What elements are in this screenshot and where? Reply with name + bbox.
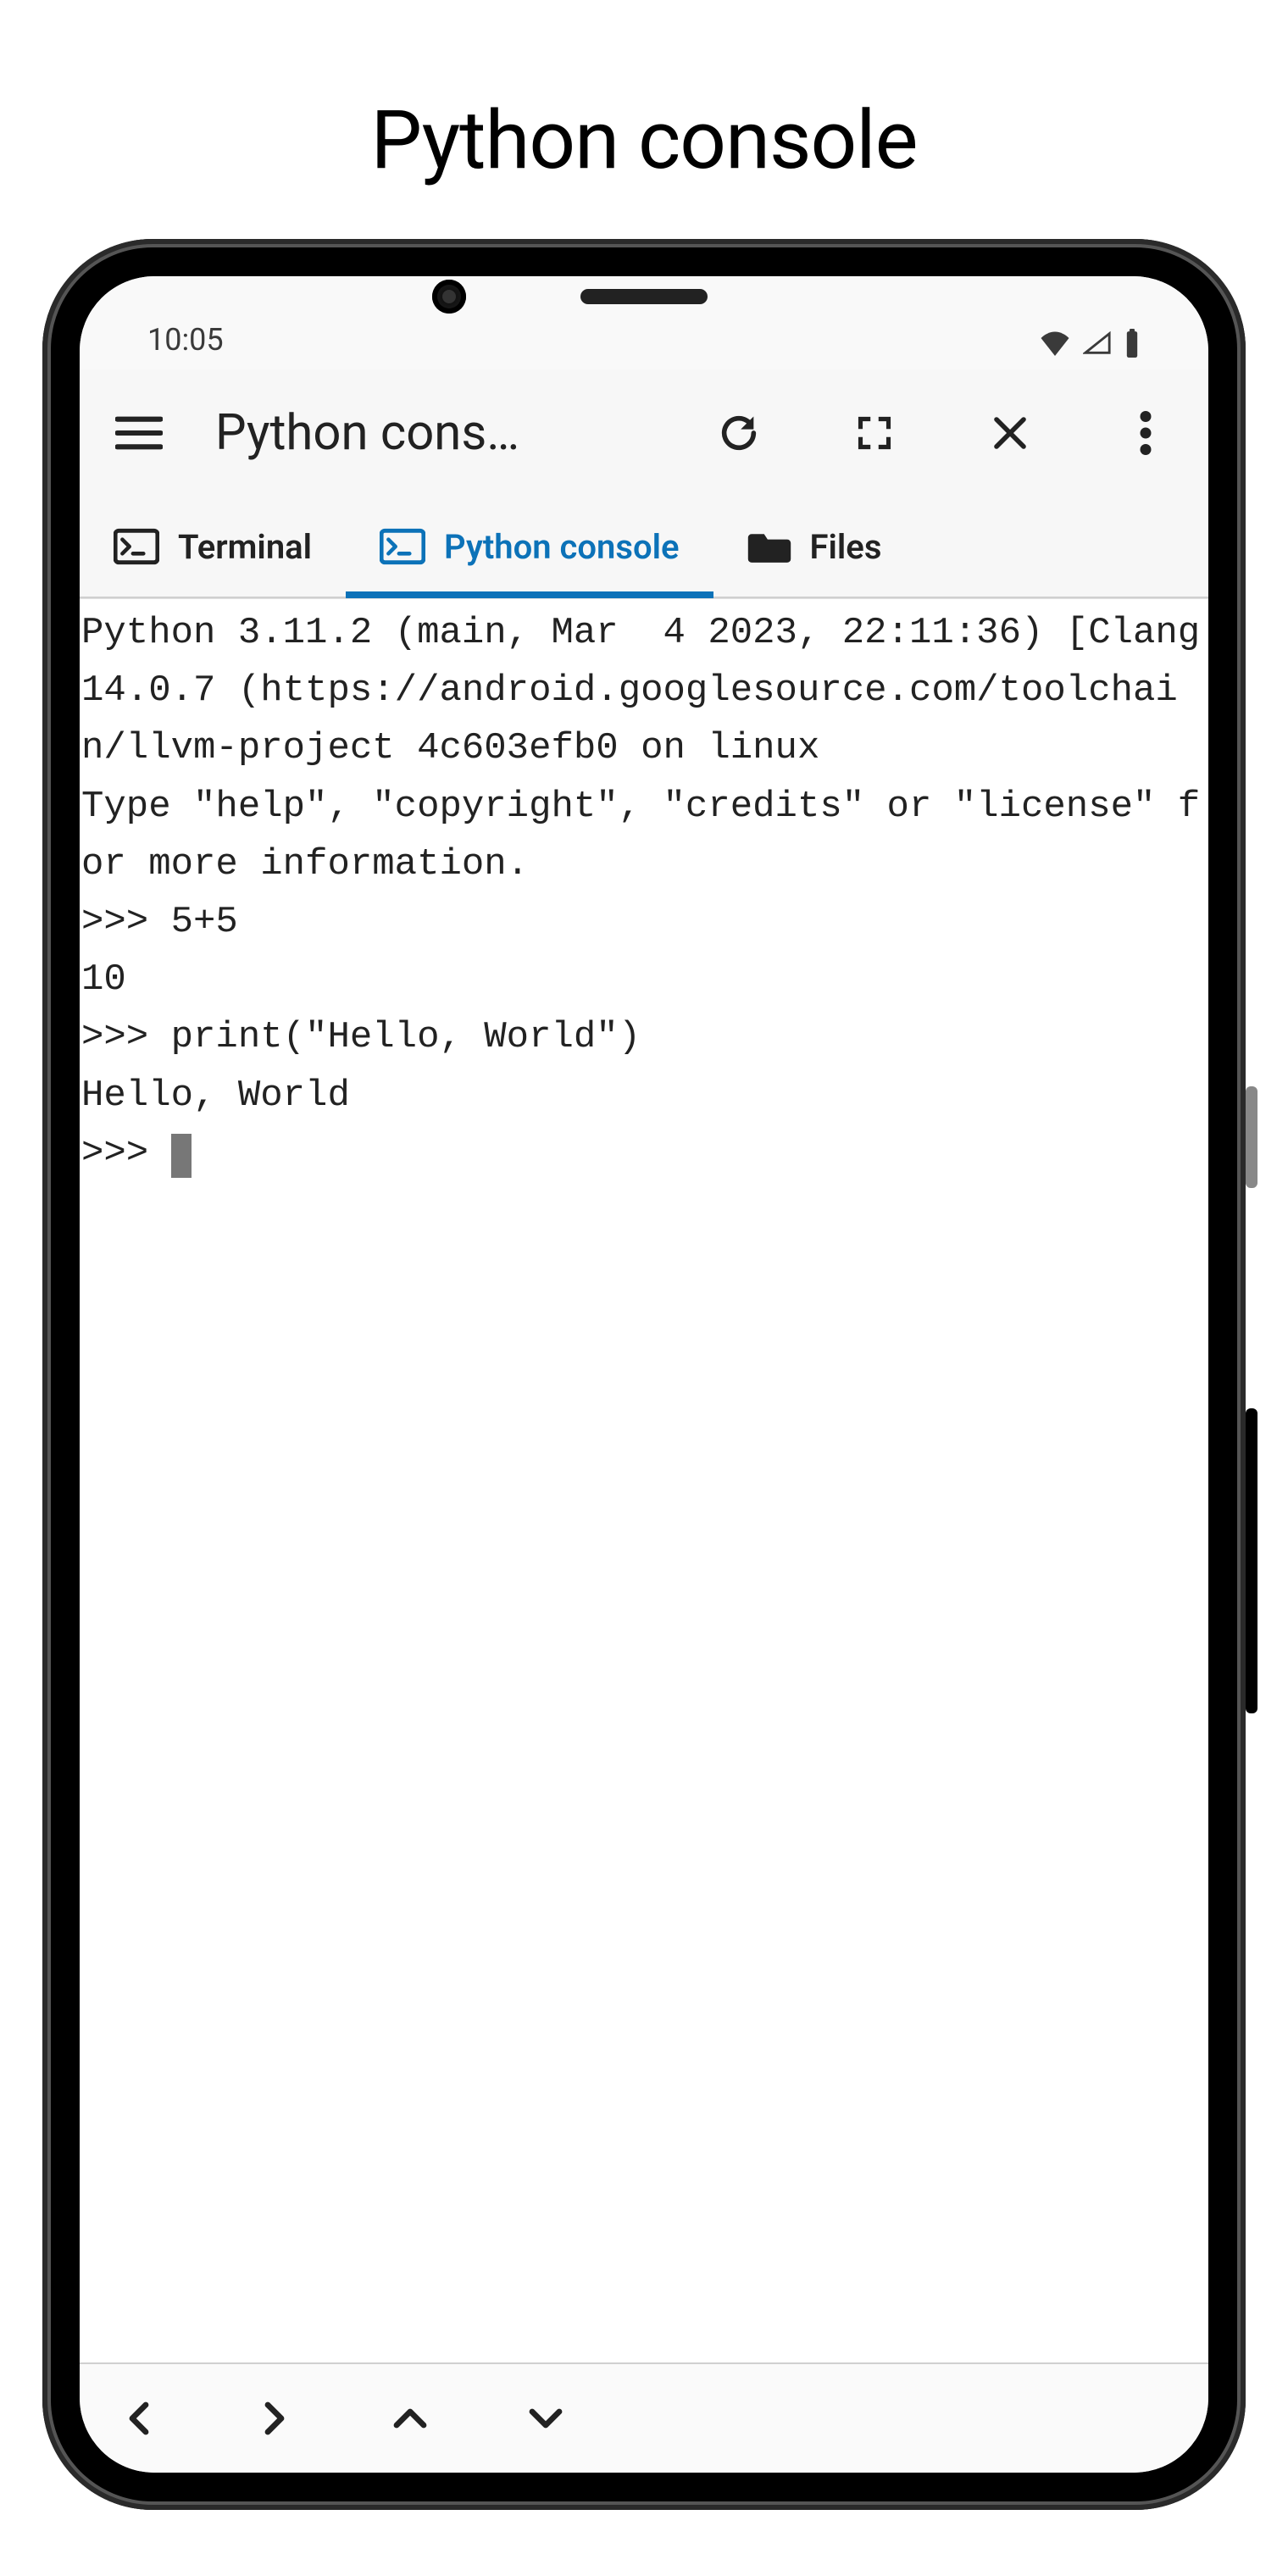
- chevron-down-icon: [529, 2404, 563, 2433]
- tab-files[interactable]: Files: [713, 497, 916, 597]
- app-bar: Python cons…: [80, 369, 1208, 497]
- folder-icon: [747, 529, 791, 564]
- phone-notch: [534, 280, 754, 314]
- speaker-grill: [580, 289, 708, 304]
- chevron-right-icon: [260, 2401, 289, 2435]
- status-time: 10:05: [147, 322, 224, 358]
- hamburger-icon: [115, 414, 163, 452]
- terminal-icon: [114, 528, 159, 565]
- wifi-icon: [1039, 330, 1071, 356]
- chevron-left-icon: [125, 2401, 153, 2435]
- tab-label: Files: [810, 527, 882, 567]
- more-vert-icon: [1140, 411, 1152, 455]
- fullscreen-icon: [856, 414, 893, 452]
- chevron-up-icon: [393, 2404, 427, 2433]
- front-camera: [432, 280, 466, 314]
- page-title: Python console: [370, 93, 917, 188]
- keyboard-accessory-bar: [80, 2362, 1208, 2473]
- power-button: [1246, 1086, 1257, 1188]
- tab-terminal[interactable]: Terminal: [80, 497, 346, 597]
- close-button[interactable]: [976, 399, 1044, 467]
- tab-python-console[interactable]: Python console: [346, 497, 713, 597]
- appbar-title: Python cons…: [215, 404, 519, 462]
- battery-icon: [1124, 329, 1141, 358]
- phone-screen: 10:05: [80, 276, 1208, 2473]
- menu-button[interactable]: [105, 399, 173, 467]
- phone-frame: 10:05: [42, 239, 1246, 2510]
- overflow-button[interactable]: [1112, 399, 1180, 467]
- tab-bar: Terminal Python console Files: [80, 497, 1208, 598]
- tab-label: Terminal: [178, 527, 312, 567]
- fullscreen-button[interactable]: [841, 399, 908, 467]
- arrow-down-button[interactable]: [520, 2393, 571, 2444]
- console-output[interactable]: Python 3.11.2 (main, Mar 4 2023, 22:11:3…: [80, 598, 1208, 2362]
- python-console-icon: [380, 528, 425, 565]
- refresh-button[interactable]: [705, 399, 773, 467]
- history-next-button[interactable]: [249, 2393, 300, 2444]
- console-text: Python 3.11.2 (main, Mar 4 2023, 22:11:3…: [81, 612, 1208, 1174]
- text-cursor: [171, 1134, 192, 1178]
- close-icon: [990, 413, 1030, 453]
- history-prev-button[interactable]: [114, 2393, 164, 2444]
- volume-button: [1246, 1408, 1257, 1713]
- refresh-icon: [717, 411, 761, 455]
- tab-label: Python console: [444, 527, 679, 567]
- arrow-up-button[interactable]: [385, 2393, 436, 2444]
- cell-signal-icon: [1083, 330, 1112, 356]
